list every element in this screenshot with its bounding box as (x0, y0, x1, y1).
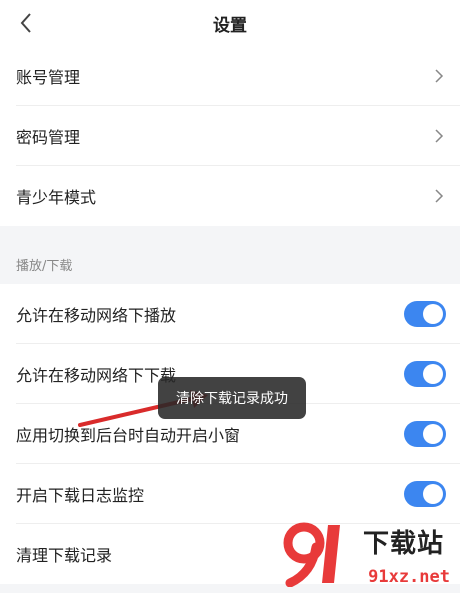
account-group: 账号管理 密码管理 青少年模式 (0, 46, 460, 226)
chevron-right-icon (435, 128, 444, 143)
row-label: 允许在移动网络下下载 (16, 365, 177, 385)
account-management-row[interactable]: 账号管理 (16, 46, 460, 106)
chevron-right-icon (435, 68, 444, 83)
row-label: 青少年模式 (16, 188, 97, 207)
watermark-url: 91xz.net (368, 567, 450, 587)
password-management-row[interactable]: 密码管理 (16, 106, 460, 166)
toggle-knob (423, 483, 443, 504)
download-log-row: 开启下载日志监控 (16, 464, 460, 524)
download-log-toggle[interactable] (404, 480, 446, 507)
row-label: 清理下载记录 (16, 546, 113, 565)
mobile-play-toggle[interactable] (404, 300, 446, 327)
mobile-download-toggle[interactable] (404, 360, 446, 387)
toast-message: 清除下载记录成功 (158, 377, 306, 419)
watermark-title: 下载站 (362, 529, 444, 559)
back-arrow-icon[interactable] (14, 10, 40, 36)
teen-mode-row[interactable]: 青少年模式 (16, 166, 460, 226)
section-header-play-download: 播放/下载 (0, 226, 460, 284)
row-label: 密码管理 (16, 127, 81, 147)
chevron-right-icon (435, 189, 444, 203)
watermark: 下载站 91xz.net (282, 521, 454, 589)
toggle-knob (423, 423, 443, 444)
nav-header: 设置 (0, 0, 460, 46)
row-label: 开启下载日志监控 (16, 485, 145, 505)
row-label: 允许在移动网络下播放 (16, 305, 177, 325)
page-title: 设置 (213, 15, 247, 36)
mobile-play-row: 允许在移动网络下播放 (16, 284, 460, 344)
toggle-knob (423, 363, 443, 384)
row-label: 账号管理 (16, 67, 81, 87)
watermark-logo-icon (283, 522, 340, 587)
toggle-knob (423, 303, 443, 324)
row-label: 应用切换到后台时自动开启小窗 (16, 425, 241, 445)
background-mini-window-toggle[interactable] (404, 420, 446, 447)
